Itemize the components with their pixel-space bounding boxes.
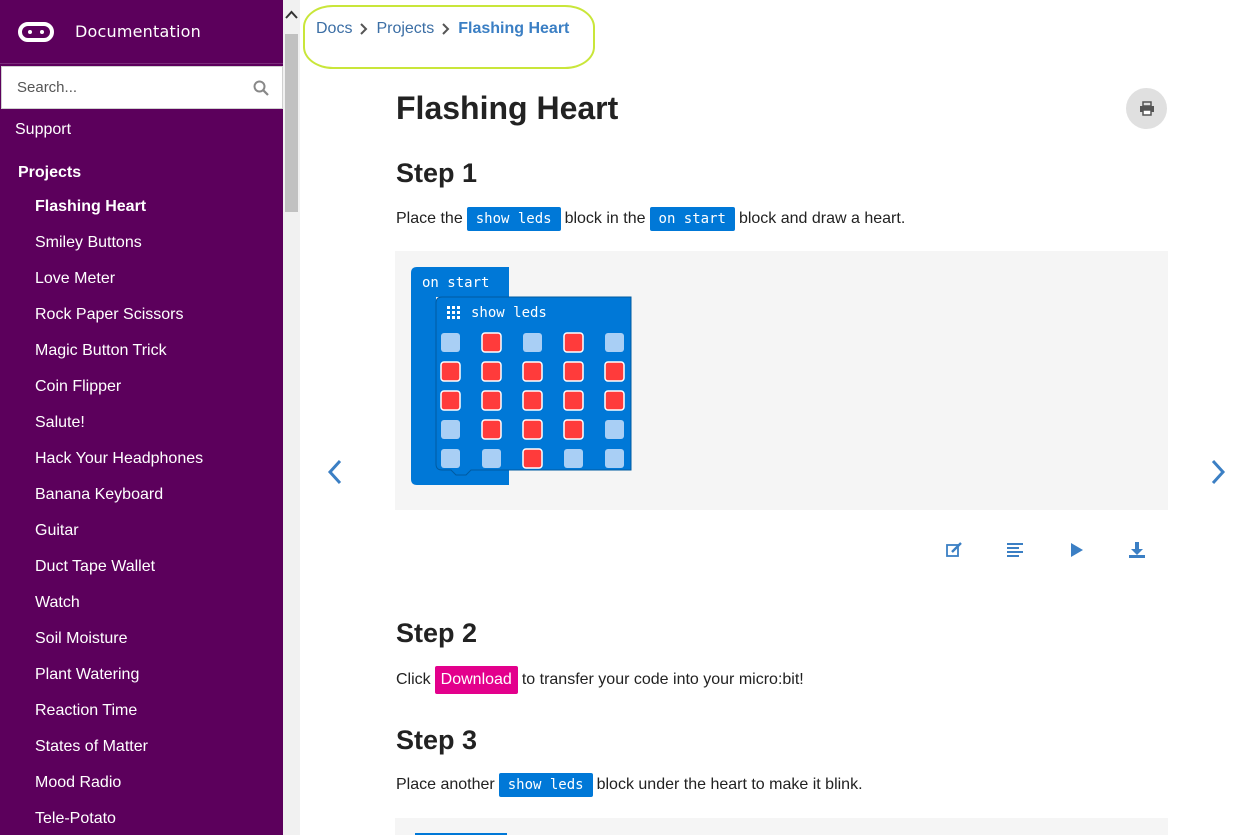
led-off[interactable] [482, 449, 501, 468]
show-leds-chip[interactable]: show leds [498, 773, 593, 797]
sidebar-item-project[interactable]: Banana Keyboard [35, 477, 203, 513]
scroll-up-arrow-icon[interactable] [283, 8, 300, 22]
led-on[interactable] [522, 361, 543, 382]
sidebar-project-list: Flashing Heart Smiley Buttons Love Meter Ro… [35, 189, 203, 835]
led-on[interactable] [481, 361, 502, 382]
led-off[interactable] [441, 420, 460, 439]
step-2-text-b: to transfer your code into your micro:bi… [521, 671, 804, 688]
next-step-arrow-icon[interactable] [1208, 457, 1228, 487]
grid-icon [447, 306, 460, 319]
show-leds-label: show leds [471, 305, 547, 321]
print-icon [1139, 101, 1154, 116]
search-icon[interactable] [253, 80, 269, 96]
led-on[interactable] [604, 361, 625, 382]
led-on[interactable] [522, 390, 543, 411]
edit-icon[interactable] [944, 540, 964, 560]
sidebar: Documentation Support Projects Flashing … [0, 0, 283, 835]
led-on[interactable] [481, 419, 502, 440]
sidebar-header[interactable]: Documentation [0, 0, 283, 64]
breadcrumb-docs[interactable]: Docs [316, 20, 352, 38]
led-on[interactable] [563, 332, 584, 353]
step-2-text: Click Download to transfer your code int… [396, 666, 804, 694]
app: Documentation Support Projects Flashing … [0, 0, 1239, 835]
step-1-text-c: block and draw a heart. [738, 210, 906, 227]
breadcrumb-projects[interactable]: Projects [376, 20, 434, 38]
download-chip[interactable]: Download [434, 666, 518, 694]
chevron-right-icon [442, 23, 450, 35]
led-on[interactable] [440, 390, 461, 411]
print-button[interactable] [1126, 88, 1167, 129]
blocks-preview-2[interactable] [395, 818, 1168, 835]
microbit-logo-icon [18, 21, 54, 42]
led-off[interactable] [441, 449, 460, 468]
led-off[interactable] [441, 333, 460, 352]
sidebar-item-project[interactable]: Smiley Buttons [35, 225, 203, 261]
sidebar-item-project[interactable]: Rock Paper Scissors [35, 297, 203, 333]
chevron-right-icon [360, 23, 368, 35]
sidebar-item-project[interactable]: Salute! [35, 405, 203, 441]
led-on[interactable] [604, 390, 625, 411]
on-start-label: on start [422, 275, 489, 291]
sidebar-item-project[interactable]: Plant Watering [35, 657, 203, 693]
sidebar-item-project[interactable]: Reaction Time [35, 693, 203, 729]
led-on[interactable] [563, 390, 584, 411]
breadcrumb-current[interactable]: Flashing Heart [458, 20, 569, 38]
on-start-chip[interactable]: on start [649, 207, 735, 231]
sidebar-scrollbar[interactable] [283, 0, 300, 835]
led-off[interactable] [605, 333, 624, 352]
show-code-icon[interactable] [1005, 540, 1025, 560]
sidebar-item-project[interactable]: Watch [35, 585, 203, 621]
page-title: Flashing Heart [396, 90, 619, 126]
sidebar-item-support[interactable]: Support [15, 121, 71, 139]
step-1-text-a: Place the [396, 210, 463, 227]
step-3-text-b: block under the heart to make it blink. [596, 776, 863, 793]
led-off[interactable] [605, 420, 624, 439]
step-3-text: Place another show leds block under the … [396, 773, 863, 797]
led-off[interactable] [564, 449, 583, 468]
led-on[interactable] [563, 361, 584, 382]
search-input[interactable] [2, 67, 282, 108]
step-2-text-a: Click [396, 671, 431, 688]
led-on[interactable] [481, 390, 502, 411]
step-1-text-b: block in the [564, 210, 646, 227]
play-icon[interactable] [1066, 540, 1086, 560]
breadcrumb: Docs Projects Flashing Heart [316, 20, 569, 38]
sidebar-item-project[interactable]: Magic Button Trick [35, 333, 203, 369]
led-on[interactable] [440, 361, 461, 382]
download-icon[interactable] [1127, 540, 1147, 560]
sidebar-item-project[interactable]: Tele-Potato [35, 801, 203, 835]
led-on[interactable] [522, 448, 543, 469]
led-off[interactable] [605, 449, 624, 468]
sidebar-item-project[interactable]: Coin Flipper [35, 369, 203, 405]
led-on[interactable] [481, 332, 502, 353]
sidebar-item-project[interactable]: Love Meter [35, 261, 203, 297]
previous-step-arrow-icon[interactable] [325, 457, 345, 487]
sidebar-section-projects[interactable]: Projects [18, 164, 81, 182]
led-on[interactable] [563, 419, 584, 440]
sidebar-item-project[interactable]: States of Matter [35, 729, 203, 765]
sidebar-item-project[interactable]: Guitar [35, 513, 203, 549]
blocks-preview[interactable]: on start show leds [395, 251, 1168, 510]
step-1-text: Place the show leds block in the on star… [396, 207, 905, 231]
led-on[interactable] [522, 419, 543, 440]
step-3-text-a: Place another [396, 776, 495, 793]
sidebar-item-project[interactable]: Flashing Heart [35, 189, 203, 225]
sidebar-item-project[interactable]: Duct Tape Wallet [35, 549, 203, 585]
search-box[interactable] [1, 66, 283, 109]
scrollbar-thumb[interactable] [285, 34, 298, 212]
led-off[interactable] [523, 333, 542, 352]
step-2-heading: Step 2 [396, 618, 478, 648]
sidebar-item-project[interactable]: Soil Moisture [35, 621, 203, 657]
sidebar-item-project[interactable]: Mood Radio [35, 765, 203, 801]
step-3-heading: Step 3 [396, 725, 478, 755]
step-1-heading: Step 1 [396, 158, 478, 188]
show-leds-chip[interactable]: show leds [466, 207, 561, 231]
sidebar-item-project[interactable]: Hack Your Headphones [35, 441, 203, 477]
on-start-block[interactable]: on start show leds [411, 267, 651, 497]
sidebar-title: Documentation [75, 22, 201, 41]
